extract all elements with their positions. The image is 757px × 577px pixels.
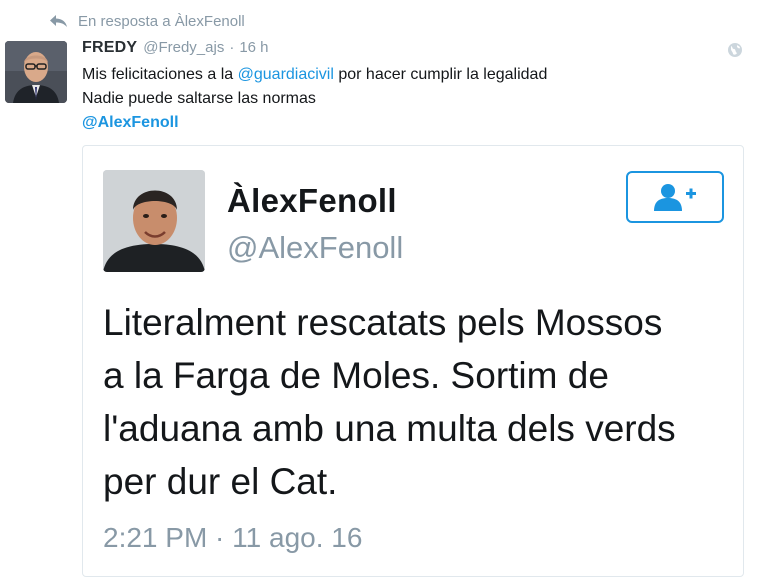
tweet-timestamp[interactable]: 16 h: [239, 39, 268, 56]
embedded-tweet-text: Literalment rescatats pels Mossos a la F…: [103, 296, 733, 508]
globe-icon: [728, 43, 742, 57]
avatar[interactable]: [5, 41, 67, 103]
mention-alexfenoll-link[interactable]: @AlexFenoll: [82, 114, 179, 131]
embedded-text-line: l'aduana amb una multa dels verds: [103, 408, 676, 449]
avatar-portrait-image: [5, 41, 67, 103]
author-handle[interactable]: @Fredy_ajs: [143, 39, 224, 56]
embedded-avatar-portrait-image: [103, 170, 205, 272]
header-separator: ·: [229, 39, 235, 56]
text-segment: Mis felicitaciones a la: [82, 66, 238, 83]
tweet-header: FREDY @Fredy_ajs · 16 h: [82, 39, 269, 59]
embedded-text-line: Literalment rescatats pels Mossos: [103, 302, 663, 343]
reply-context[interactable]: En resposta a ÀlexFenoll: [48, 10, 245, 32]
tweet-text: Mis felicitaciones a la @guardiacivil po…: [82, 63, 722, 135]
follow-user-icon: [654, 184, 696, 211]
embedded-text-line: a la Farga de Moles. Sortim de: [103, 355, 609, 396]
embedded-tweet-image[interactable]: ÀlexFenoll @AlexFenoll Literalment resca…: [82, 145, 744, 577]
embedded-avatar: [103, 170, 205, 272]
embedded-author-handle: @AlexFenoll: [227, 230, 404, 265]
embedded-text-line: per dur el Cat.: [103, 461, 338, 502]
mention-guardiacivil-link[interactable]: @guardiacivil: [238, 66, 334, 83]
embedded-tweet-date: 2:21 PM · 11 ago. 16: [103, 522, 363, 553]
tweet-text-line-1: Mis felicitaciones a la @guardiacivil po…: [82, 63, 722, 87]
tweet-text-line-2: Nadie puede saltarse las normas: [82, 90, 316, 107]
text-segment: por hacer cumplir la legalidad: [333, 66, 548, 83]
embedded-author-name: ÀlexFenoll: [227, 182, 397, 219]
reply-context-label: En resposta a ÀlexFenoll: [78, 12, 245, 30]
author-name[interactable]: FREDY: [82, 39, 137, 57]
follow-button[interactable]: [626, 171, 724, 223]
reply-arrow-icon: [50, 15, 67, 27]
